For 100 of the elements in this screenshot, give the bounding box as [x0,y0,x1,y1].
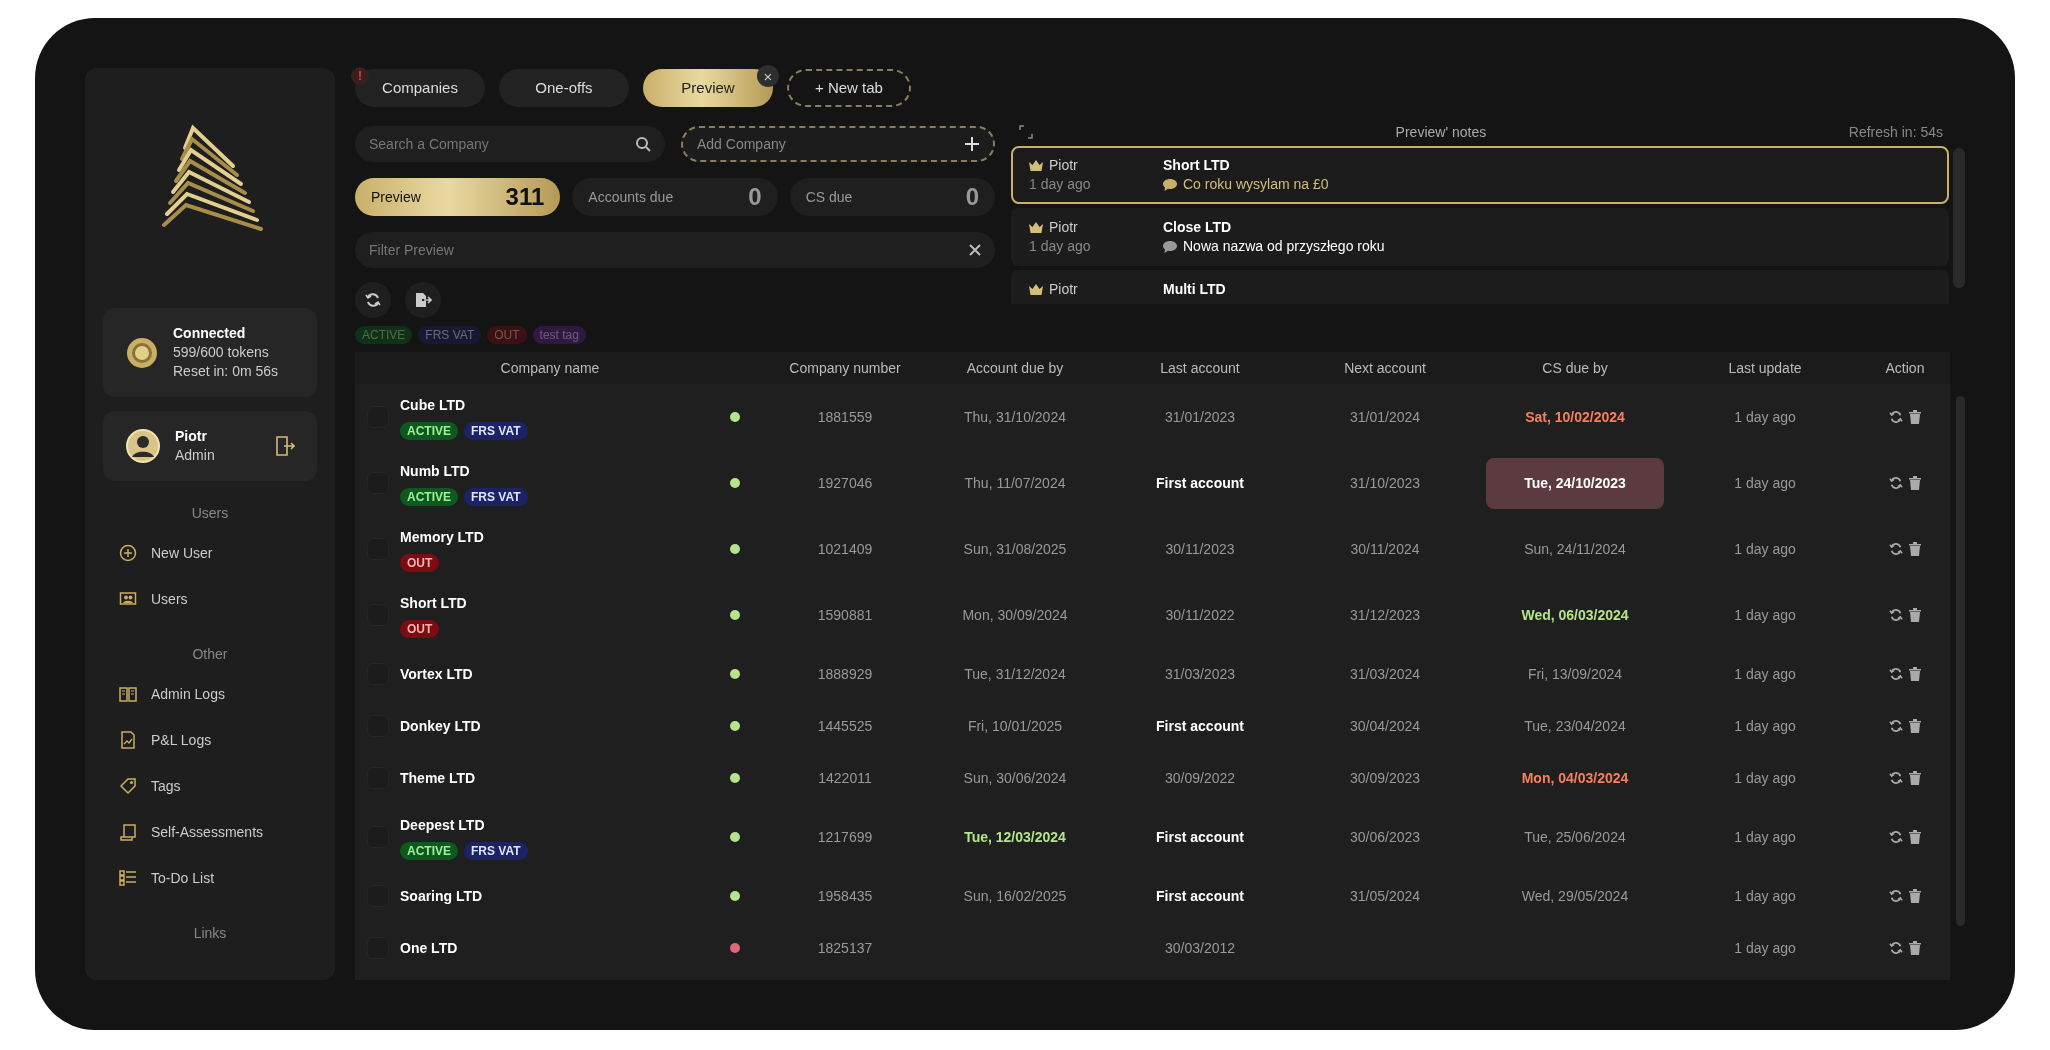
refresh-icon[interactable] [1889,410,1903,424]
plus-icon[interactable] [965,137,979,151]
crown-icon [1029,284,1043,295]
column-header[interactable]: CS due by [1480,357,1670,379]
add-company-field[interactable]: Add Company [681,126,995,162]
table-cell-text: Thu, 11/07/2024 [964,473,1066,493]
refresh-icon[interactable] [1889,889,1903,903]
column-header[interactable]: Company name [400,357,700,379]
note-company: Multi LTD [1163,280,1226,299]
trash-icon[interactable] [1909,771,1921,785]
table-cell-text: 1 day ago [1734,539,1796,559]
tag-badge: OUT [400,553,440,572]
table-cell-text: 31/01/2023 [1164,407,1236,427]
nav-item[interactable]: New User [103,530,317,576]
nav-item[interactable]: Users [103,576,317,622]
counter-tab[interactable]: Preview 311 [355,178,561,216]
expand-icon[interactable] [1019,125,1033,139]
column-header[interactable]: Next account [1290,357,1480,379]
note-company: Short LTD [1163,156,1231,175]
counter-tab[interactable]: CS due 0 [789,178,995,216]
refresh-icon[interactable] [1889,542,1903,556]
close-tab-button[interactable]: × [757,65,779,87]
nav-item[interactable]: P&L Logs [103,717,317,763]
scroll-icon [119,823,137,841]
table-cell-text: Tue, 31/12/2024 [964,664,1066,684]
coin-icon [125,335,159,370]
trash-icon[interactable] [1909,542,1921,556]
counter-tab[interactable]: Accounts due 0 [572,178,778,216]
tag-badge: FRS VAT [464,487,528,506]
column-header[interactable]: Action [1860,357,1950,379]
reset-timer: Reset in: 0m 56s [173,362,279,381]
connection-status: Connected [173,324,247,343]
column-header[interactable]: Last update [1670,357,1860,379]
new-tab-button[interactable]: + New tab [787,69,911,107]
table-cell-text: 1825137 [817,938,873,958]
column-header[interactable]: Account due by [920,357,1110,379]
company-name: Numb LTD [400,461,471,481]
filter-field[interactable]: Filter Preview [355,232,995,268]
trash-icon[interactable] [1909,608,1921,622]
table-cell-text: 1590881 [817,605,873,625]
token-count: 599/600 tokens [173,343,270,362]
note-text: Nowa nazwa od przyszłego roku [1183,237,1385,256]
note-company: Close LTD [1163,218,1233,237]
export-button[interactable] [405,282,441,318]
refresh-icon[interactable] [1889,719,1903,733]
column-header[interactable]: Last account [1110,357,1290,379]
table-cell-text: 30/11/2022 [1165,605,1235,625]
company-name: Vortex LTD [400,664,474,684]
refresh-icon[interactable] [1889,476,1903,490]
table-cell-text: First account [1156,716,1244,736]
company-name: Cube LTD [400,395,467,415]
table-cell-text: 30/09/2023 [1349,768,1421,788]
crown-icon [1029,222,1043,233]
section-heading: Other [192,645,228,664]
refresh-icon[interactable] [1889,608,1903,622]
table-cell-text: 31/12/2023 [1349,605,1421,625]
table-cell-text: 31/05/2024 [1349,886,1421,906]
table-cell-text: Sun, 16/02/2025 [963,886,1067,906]
alert-badge: ! [351,67,369,85]
trash-icon[interactable] [1909,889,1921,903]
note-card[interactable]: Piotr 1 day ago Close LTD Nowa nazwa od przyszłego roku [1011,208,1949,266]
nav-item[interactable]: Tags [103,763,317,809]
table-cell-text: First account [1156,827,1244,847]
tag-badge: FRS VAT [464,841,528,860]
note-time: 1 day ago [1029,237,1092,256]
refresh-icon[interactable] [1889,830,1903,844]
trash-icon[interactable] [1909,667,1921,681]
refresh-icon[interactable] [1889,941,1903,955]
search-icon [635,136,651,152]
chart-document-icon [119,731,137,749]
table-cell-text: Wed, 06/03/2024 [1521,605,1629,625]
tag-badge: ACTIVE [400,841,458,860]
note-card[interactable]: Piotr Multi LTD [1011,270,1949,304]
search-field[interactable]: Search a Company [355,126,665,162]
table-cell-text: 1 day ago [1734,473,1796,493]
trash-icon[interactable] [1909,410,1921,424]
table-cell-text: 31/03/2023 [1164,664,1236,684]
logout-icon[interactable] [275,435,295,457]
refresh-button[interactable] [355,282,391,318]
tag-badge: ACTIVE [400,487,458,506]
trash-icon[interactable] [1909,476,1921,490]
table-cell-text: 1 day ago [1734,886,1796,906]
tab[interactable]: One-offs [499,69,629,107]
company-name: Theme LTD [400,768,477,788]
note-time: 1 day ago [1029,175,1092,194]
nav-item[interactable]: To-Do List [103,855,317,901]
trash-icon[interactable] [1909,941,1921,955]
nav-item[interactable]: Self-Assessments [103,809,317,855]
refresh-icon[interactable] [1889,667,1903,681]
note-card[interactable]: Piotr 1 day ago Short LTD Co roku wysylam na £0 [1011,146,1949,204]
nav-item[interactable]: Admin Logs [103,671,317,717]
column-header[interactable]: Company number [770,357,920,379]
tag-badge: ACTIVE [400,421,458,440]
trash-icon[interactable] [1909,719,1921,733]
tag-badge: FRS VAT [464,421,528,440]
people-card-icon [119,590,137,608]
close-icon[interactable] [969,244,981,256]
trash-icon[interactable] [1909,830,1921,844]
book-icon [119,685,137,703]
refresh-icon[interactable] [1889,771,1903,785]
